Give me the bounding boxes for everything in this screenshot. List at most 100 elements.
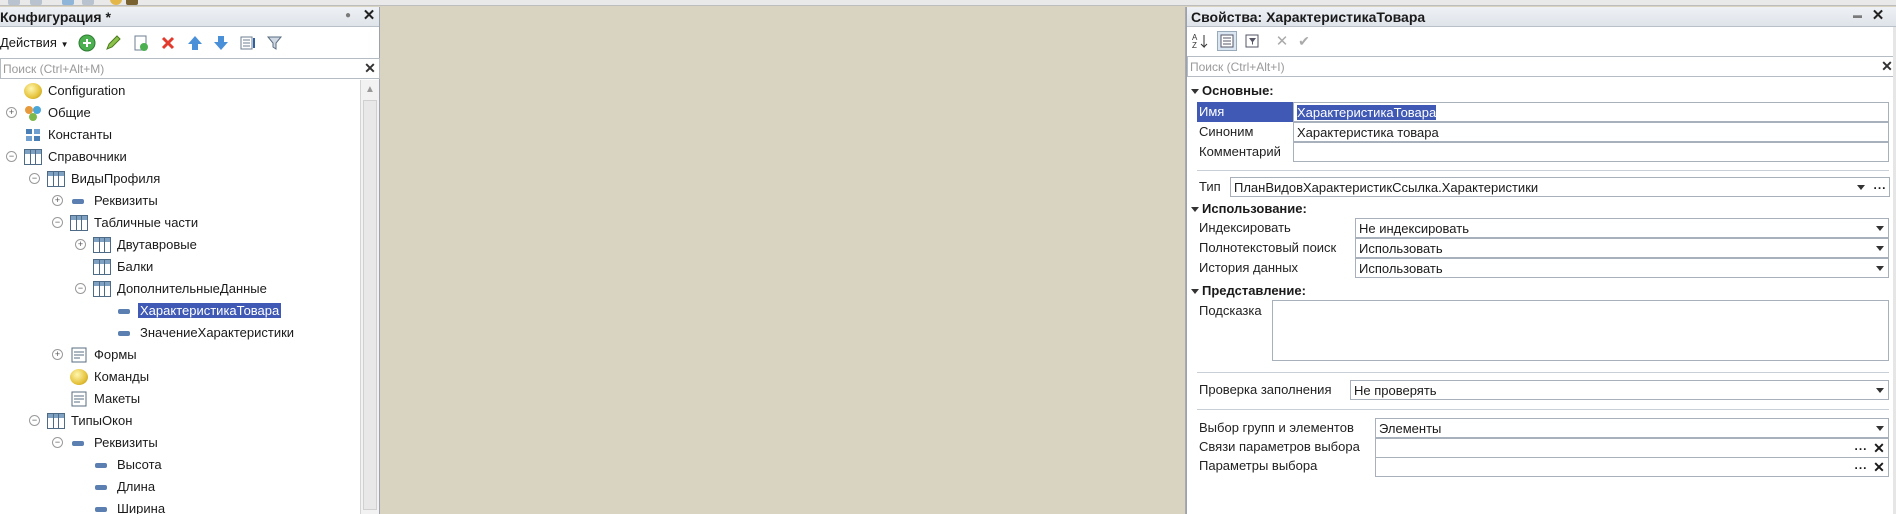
configuration-tree[interactable]: Configuration + Общие Константы − Справочники… [0,80,360,514]
choice-params-field[interactable]: ... ✕ [1375,457,1889,477]
tree-item[interactable]: − Справочники [0,146,360,168]
categorized-view-icon[interactable] [1217,31,1237,51]
choice-groups-select[interactable]: Элементы [1375,418,1889,438]
scroll-up-icon[interactable]: ▲ [365,84,375,95]
tree-item[interactable]: Балки [0,256,360,278]
tree-item[interactable]: Высота [0,454,360,476]
chevron-down-icon[interactable] [1872,259,1888,277]
index-value: Не индексировать [1359,221,1469,236]
tree-item[interactable]: + Двутавровые [0,234,360,256]
move-down-icon[interactable] [211,33,231,53]
clear-icon[interactable]: ✕ [1871,439,1887,457]
catalog-icon [24,149,42,165]
choice-params-select-icon[interactable]: ... [1852,458,1870,476]
close-icon[interactable]: ✕ [1870,8,1886,24]
section-usage[interactable]: Использование: [1191,201,1307,216]
expand-icon[interactable]: + [52,349,63,360]
tree-item[interactable]: Длина [0,476,360,498]
index-select[interactable]: Не индексировать [1355,218,1889,238]
choice-links-select-icon[interactable]: ... [1852,439,1870,457]
properties-filter-icon[interactable] [1242,31,1262,51]
chevron-down-icon[interactable] [1872,381,1888,399]
svg-text:Z: Z [1192,41,1197,50]
attribute-icon [116,303,134,319]
pin-icon[interactable]: ● [345,10,355,22]
fillcheck-select[interactable]: Не проверять [1350,380,1889,400]
history-select[interactable]: Использовать [1355,258,1889,278]
tree-item[interactable]: − Реквизиты [0,432,360,454]
collapse-icon[interactable]: − [29,415,40,426]
section-presentation[interactable]: Представление: [1191,283,1306,298]
tree-item[interactable]: ХарактеристикаТовара [0,300,360,322]
synonym-field[interactable]: Характеристика товара [1293,122,1889,142]
delete-icon[interactable] [158,33,178,53]
toolbar-icon[interactable] [126,0,138,5]
name-field[interactable]: ХарактеристикаТовара [1293,102,1889,122]
type-field[interactable]: ПланВидовХарактеристикСсылка.Характерист… [1230,177,1890,197]
tree-item-label: Формы [94,347,137,362]
cancel-icon[interactable]: ✕ [1272,31,1292,51]
toolbar-icon[interactable] [62,0,74,5]
choice-links-field[interactable]: ... ✕ [1375,438,1889,458]
command-icon [70,369,88,385]
comment-field[interactable] [1293,142,1889,162]
index-label: Индексировать [1199,220,1291,235]
filter-icon[interactable] [265,33,285,53]
config-search-field[interactable]: Поиск (Ctrl+Alt+M) ✕ [0,58,380,79]
tabular-section-icon [93,259,111,275]
sort-alphabetical-icon[interactable]: AZ [1190,31,1210,51]
toolbar-icon[interactable] [110,0,122,5]
toolbar-icon[interactable] [82,0,94,5]
tree-item[interactable]: − Табличные части [0,212,360,234]
tree-item[interactable]: Макеты [0,388,360,410]
sort-icon[interactable] [238,33,258,53]
panel-title: Конфигурация * [0,9,111,25]
section-usage-label: Использование: [1202,201,1307,216]
tree-scrollbar[interactable]: ▲ [360,80,379,514]
tree-item[interactable]: Константы [0,124,360,146]
type-dropdown-icon[interactable] [1853,178,1869,196]
fulltext-select[interactable]: Использовать [1355,238,1889,258]
properties-search-field[interactable]: Поиск (Ctrl+Alt+I) ✕ [1187,56,1896,77]
expand-icon[interactable]: + [6,107,17,118]
type-select-icon[interactable]: ... [1871,178,1889,196]
section-basic[interactable]: Основные: [1191,83,1274,98]
copy-icon[interactable] [131,33,151,53]
tree-item[interactable]: Ширина [0,498,360,514]
actions-menu[interactable]: Действия ▼ [0,35,69,50]
collapse-icon[interactable]: − [75,283,86,294]
collapse-icon[interactable]: − [6,151,17,162]
tree-item-label: Высота [117,457,162,472]
tree-item[interactable]: Configuration [0,80,360,102]
expand-icon[interactable]: + [52,195,63,206]
chevron-down-icon[interactable] [1872,219,1888,237]
constants-icon [24,127,42,143]
tree-item[interactable]: − ВидыПрофиля [0,168,360,190]
collapse-icon[interactable]: − [52,437,63,448]
add-icon[interactable] [77,33,97,53]
collapse-icon [1191,207,1199,213]
tree-item[interactable]: + Формы [0,344,360,366]
expand-icon[interactable]: + [75,239,86,250]
apply-icon[interactable]: ✔ [1294,31,1314,51]
scrollbar-thumb[interactable] [363,100,377,510]
move-up-icon[interactable] [185,33,205,53]
tree-item[interactable]: ЗначениеХарактеристики [0,322,360,344]
tree-item[interactable]: + Общие [0,102,360,124]
toolbar-icon[interactable] [30,0,42,5]
collapse-icon[interactable]: − [52,217,63,228]
clear-icon[interactable]: ✕ [1871,458,1887,476]
tree-item[interactable]: − ДополнительныеДанные [0,278,360,300]
toolbar-icon[interactable] [8,0,20,5]
close-icon[interactable]: ✕ [361,8,377,24]
clear-search-icon[interactable]: ✕ [362,60,378,77]
tree-item[interactable]: − ТипыОкон [0,410,360,432]
tooltip-textarea[interactable] [1272,300,1889,361]
tree-item[interactable]: + Реквизиты [0,190,360,212]
edit-icon[interactable] [103,33,123,53]
chevron-down-icon[interactable] [1872,419,1888,437]
tree-item[interactable]: Команды [0,366,360,388]
collapse-icon[interactable]: − [29,173,40,184]
chevron-down-icon[interactable] [1872,239,1888,257]
minimize-icon[interactable]: ▬ [1853,10,1863,22]
